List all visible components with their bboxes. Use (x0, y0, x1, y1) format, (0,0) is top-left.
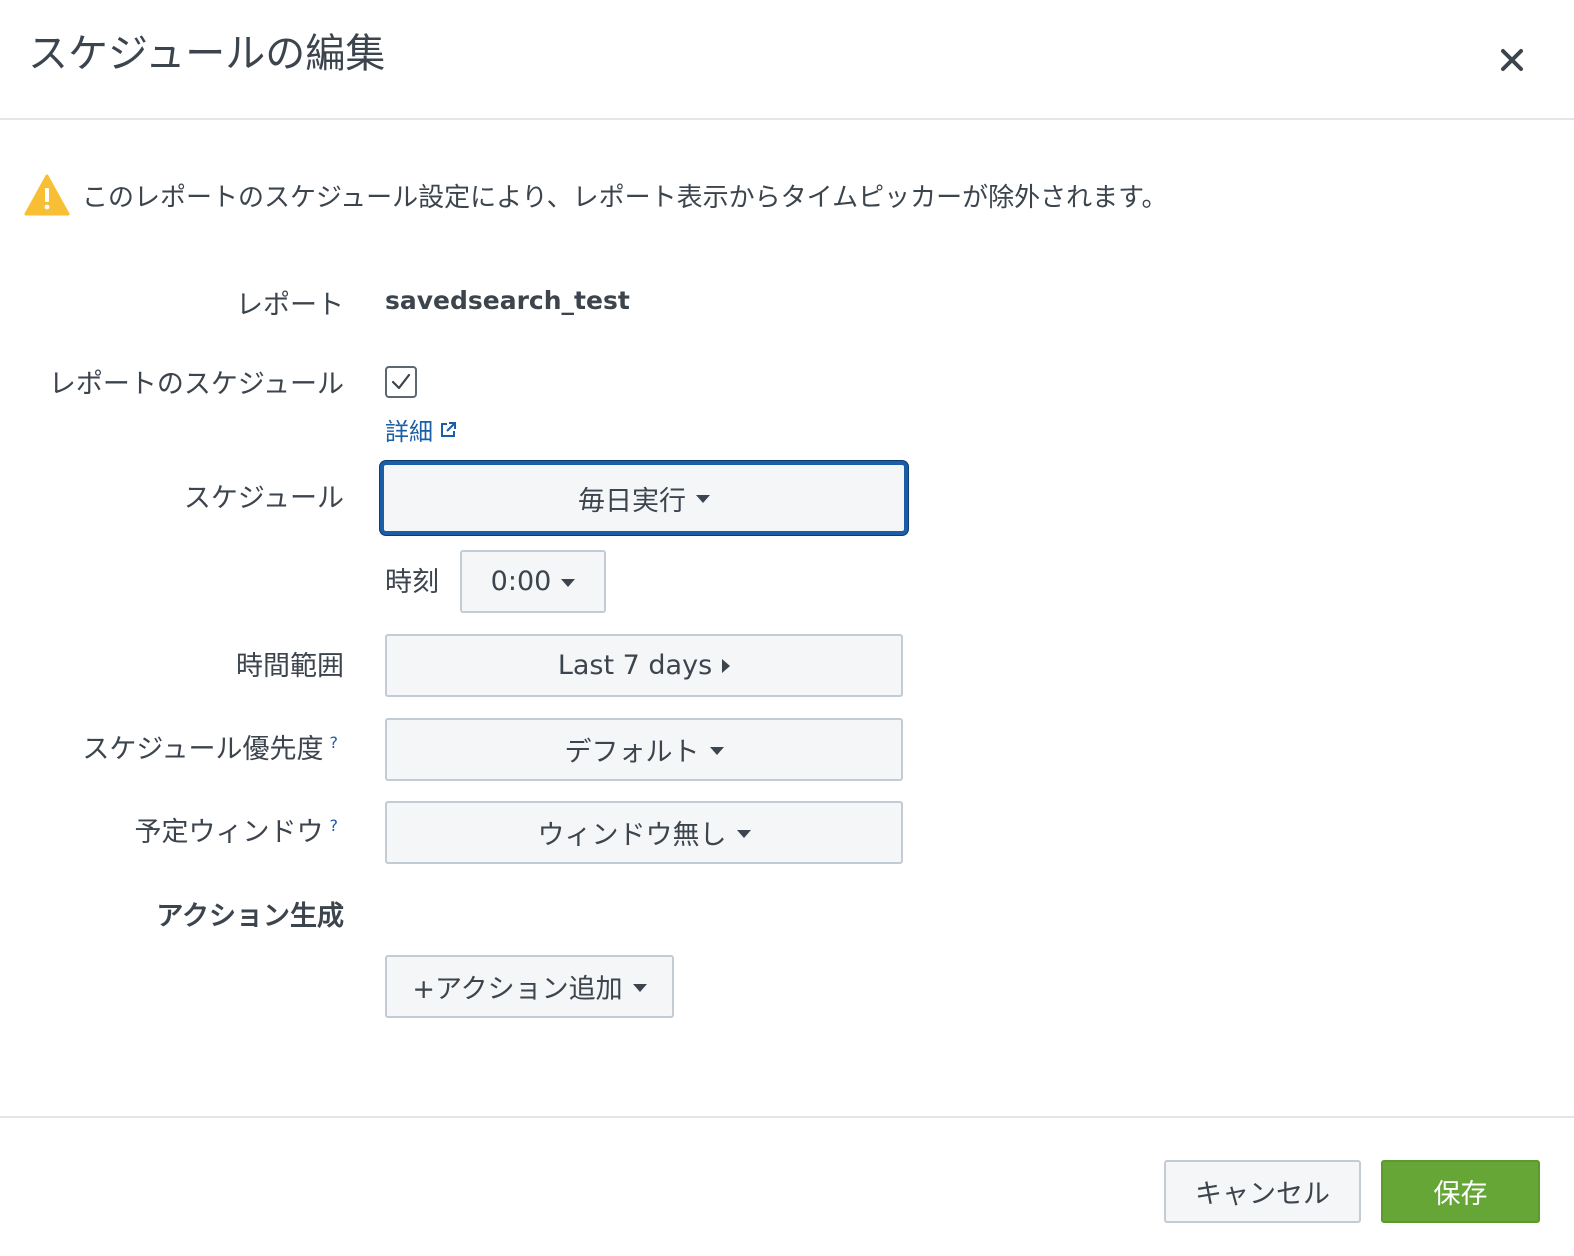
time-dropdown[interactable]: 0:00 (460, 550, 606, 613)
dialog-header: スケジュールの編集 (0, 0, 1574, 120)
time-range-button[interactable]: Last 7 days (385, 634, 903, 697)
schedule-window-value: ウィンドウ無し (537, 820, 727, 851)
save-button-label: 保存 (1433, 1179, 1488, 1210)
cancel-button[interactable]: キャンセル (1164, 1160, 1361, 1223)
priority-label: スケジュール優先度? (82, 727, 338, 766)
chevron-down-icon (736, 829, 751, 838)
save-button[interactable]: 保存 (1381, 1160, 1540, 1223)
chevron-down-icon (696, 495, 710, 503)
time-range-value: Last 7 days (557, 650, 713, 681)
time-label: 時刻 (385, 567, 439, 598)
time-range-label: 時間範囲 (236, 651, 344, 682)
priority-dropdown[interactable]: デフォルト (385, 718, 903, 781)
details-link[interactable]: 詳細 (385, 412, 457, 447)
trigger-actions-label: アクション生成 (156, 901, 344, 932)
schedule-window-dropdown[interactable]: ウィンドウ無し (385, 801, 903, 864)
priority-label-text: スケジュール優先度 (82, 734, 324, 765)
chevron-right-icon (722, 658, 731, 673)
close-icon (1501, 49, 1523, 71)
schedule-report-label: レポートのスケジュール (48, 369, 344, 400)
schedule-dropdown-value: 毎日実行 (578, 485, 686, 517)
schedule-window-help-icon[interactable]: ? (330, 816, 339, 835)
schedule-report-checkbox[interactable] (385, 366, 417, 398)
priority-help-icon[interactable]: ? (330, 733, 339, 752)
chevron-down-icon (709, 746, 724, 755)
details-link-label: 詳細 (385, 418, 433, 446)
report-name: savedsearch_test (385, 286, 630, 315)
footer-divider (0, 1116, 1574, 1118)
checkmark-icon (391, 373, 411, 390)
schedule-dropdown[interactable]: 毎日実行 (380, 461, 908, 535)
schedule-window-label-text: 予定ウィンドウ (134, 817, 324, 848)
chevron-down-icon (632, 983, 647, 992)
cancel-button-label: キャンセル (1195, 1179, 1330, 1210)
warning-text: このレポートのスケジュール設定により、レポート表示からタイムピッカーが除外されま… (82, 182, 1168, 213)
warning-icon (24, 174, 70, 216)
priority-dropdown-value: デフォルト (564, 737, 700, 768)
warning-message: このレポートのスケジュール設定により、レポート表示からタイムピッカーが除外されま… (24, 172, 1168, 218)
schedule-label: スケジュール (183, 483, 344, 514)
add-actions-button[interactable]: +アクション追加 (385, 955, 674, 1018)
schedule-window-label: 予定ウィンドウ? (135, 810, 339, 849)
external-link-icon (441, 421, 456, 437)
close-button[interactable] (1490, 38, 1534, 82)
chevron-down-icon (561, 578, 576, 587)
time-dropdown-value: 0:00 (490, 566, 552, 597)
dialog-title: スケジュールの編集 (28, 31, 386, 77)
report-label: レポート (236, 290, 344, 321)
add-actions-label: +アクション追加 (412, 974, 623, 1005)
